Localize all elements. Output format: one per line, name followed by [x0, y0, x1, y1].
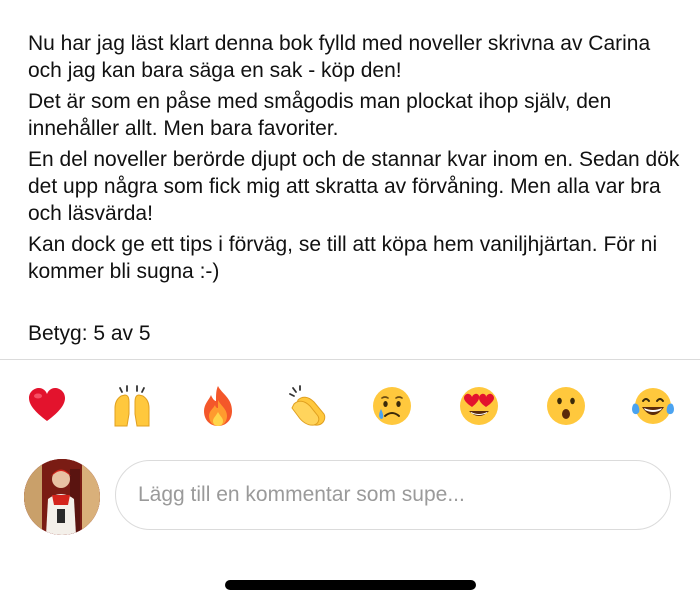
- rating-text: Betyg: 5 av 5: [28, 322, 151, 345]
- review-paragraph: Kan dock ge ett tips i förväg, se till a…: [28, 233, 658, 283]
- emoji-reaction-bar: [0, 380, 700, 432]
- review-paragraph: Nu har jag läst klart denna bok fylld me…: [28, 32, 651, 82]
- divider: [0, 359, 700, 360]
- review-paragraph: Det är som en påse med smågodis man ploc…: [28, 90, 612, 140]
- tears-of-joy-face-icon[interactable]: [627, 380, 679, 432]
- raising-hands-icon[interactable]: [106, 380, 158, 432]
- surprised-face-icon[interactable]: [540, 380, 592, 432]
- review-text: Nu har jag läst klart denna bok fylld me…: [28, 30, 688, 289]
- red-heart-icon[interactable]: [21, 380, 73, 432]
- comment-input[interactable]: [115, 460, 671, 530]
- comment-composer: [24, 457, 674, 535]
- crying-face-icon[interactable]: [366, 380, 418, 432]
- heart-eyes-face-icon[interactable]: [453, 380, 505, 432]
- avatar[interactable]: [24, 459, 100, 535]
- fire-icon[interactable]: [192, 380, 244, 432]
- clapping-hands-icon[interactable]: [280, 380, 332, 432]
- review-paragraph: En del noveller berörde djupt och de sta…: [28, 148, 680, 225]
- home-indicator[interactable]: [225, 580, 476, 590]
